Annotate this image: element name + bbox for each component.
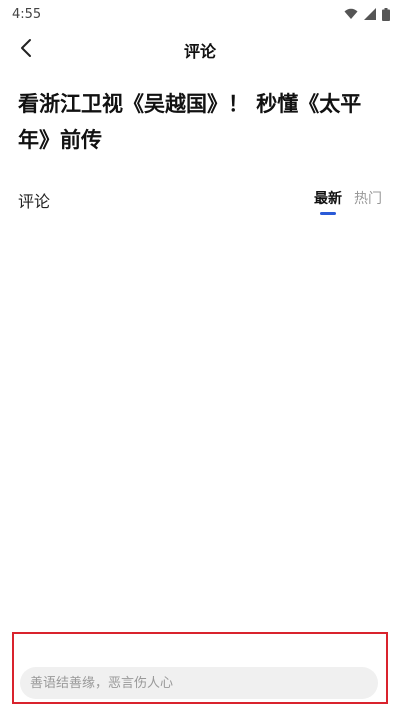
comments-header: 评论 最新 热门	[18, 186, 382, 216]
app-bar: 评论	[0, 30, 400, 70]
comments-label: 评论	[18, 192, 51, 211]
status-time: 4:55	[12, 6, 42, 22]
battery-icon	[382, 7, 390, 21]
status-bar: 4:55	[0, 0, 400, 28]
comment-input[interactable]	[20, 667, 378, 699]
status-icons	[344, 7, 390, 21]
sort-tabs: 最新 热门	[314, 188, 382, 208]
comment-bar	[12, 632, 388, 704]
page-title: 评论	[183, 42, 216, 61]
signal-icon	[364, 8, 376, 20]
wifi-icon	[344, 8, 358, 20]
tab-latest[interactable]: 最新	[314, 188, 342, 208]
article-title: 看浙江卫视《吴越国》！ 秒懂《太平年》前传	[18, 92, 362, 152]
tab-hot[interactable]: 热门	[354, 188, 382, 208]
